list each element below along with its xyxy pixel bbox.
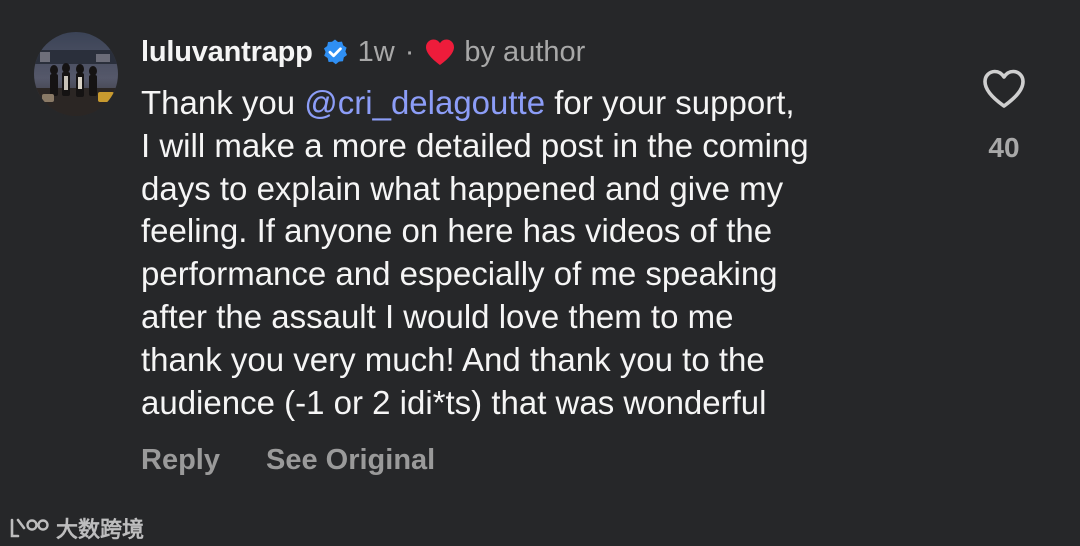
watermark-text: 大数跨境 xyxy=(56,518,145,543)
comment-line: days to explain what happened and give m… xyxy=(141,169,784,207)
heart-filled-icon xyxy=(424,38,456,66)
comment-line: Thank you @cri_delagoutte for your suppo… xyxy=(141,82,941,125)
comment-line: after the assault I would love them to m… xyxy=(141,297,734,335)
comment-line: audience (-1 or 2 idi*ts) that was wonde… xyxy=(141,383,767,421)
like-count: 40 xyxy=(988,132,1020,163)
watermark-logo-icon xyxy=(8,516,50,540)
avatar[interactable] xyxy=(34,32,118,116)
comment-container: luluvantrapp 1w · by author Thank you @c… xyxy=(0,0,1080,546)
comment-line: feeling. If anyone on here has videos of… xyxy=(141,212,773,250)
watermark: 大数跨境 xyxy=(8,512,144,544)
reply-button[interactable]: Reply xyxy=(141,444,220,477)
liked-by-author-label: by author xyxy=(464,35,586,68)
comment-line-suffix: for your support, xyxy=(545,84,795,121)
timestamp: 1w xyxy=(357,35,395,68)
heart-outline-icon[interactable] xyxy=(981,68,1027,110)
mention-link[interactable]: @cri_delagoutte xyxy=(304,84,545,121)
comment-header: luluvantrapp 1w · by author xyxy=(141,30,585,74)
comment-line: I will make a more detailed post in the … xyxy=(141,126,809,164)
comment-line: thank you very much! And thank you to th… xyxy=(141,340,765,378)
comment-text: Thank you @cri_delagoutte for your suppo… xyxy=(141,82,941,424)
like-area: 40 xyxy=(976,68,1032,164)
comment-line-prefix: Thank you xyxy=(141,84,305,121)
comment-line: performance and especially of me speakin… xyxy=(141,255,778,293)
separator-dot: · xyxy=(404,35,415,68)
username[interactable]: luluvantrapp xyxy=(141,36,313,69)
see-original-button[interactable]: See Original xyxy=(266,444,435,477)
verified-badge-icon xyxy=(321,38,349,66)
comment-actions: Reply See Original xyxy=(141,444,435,477)
